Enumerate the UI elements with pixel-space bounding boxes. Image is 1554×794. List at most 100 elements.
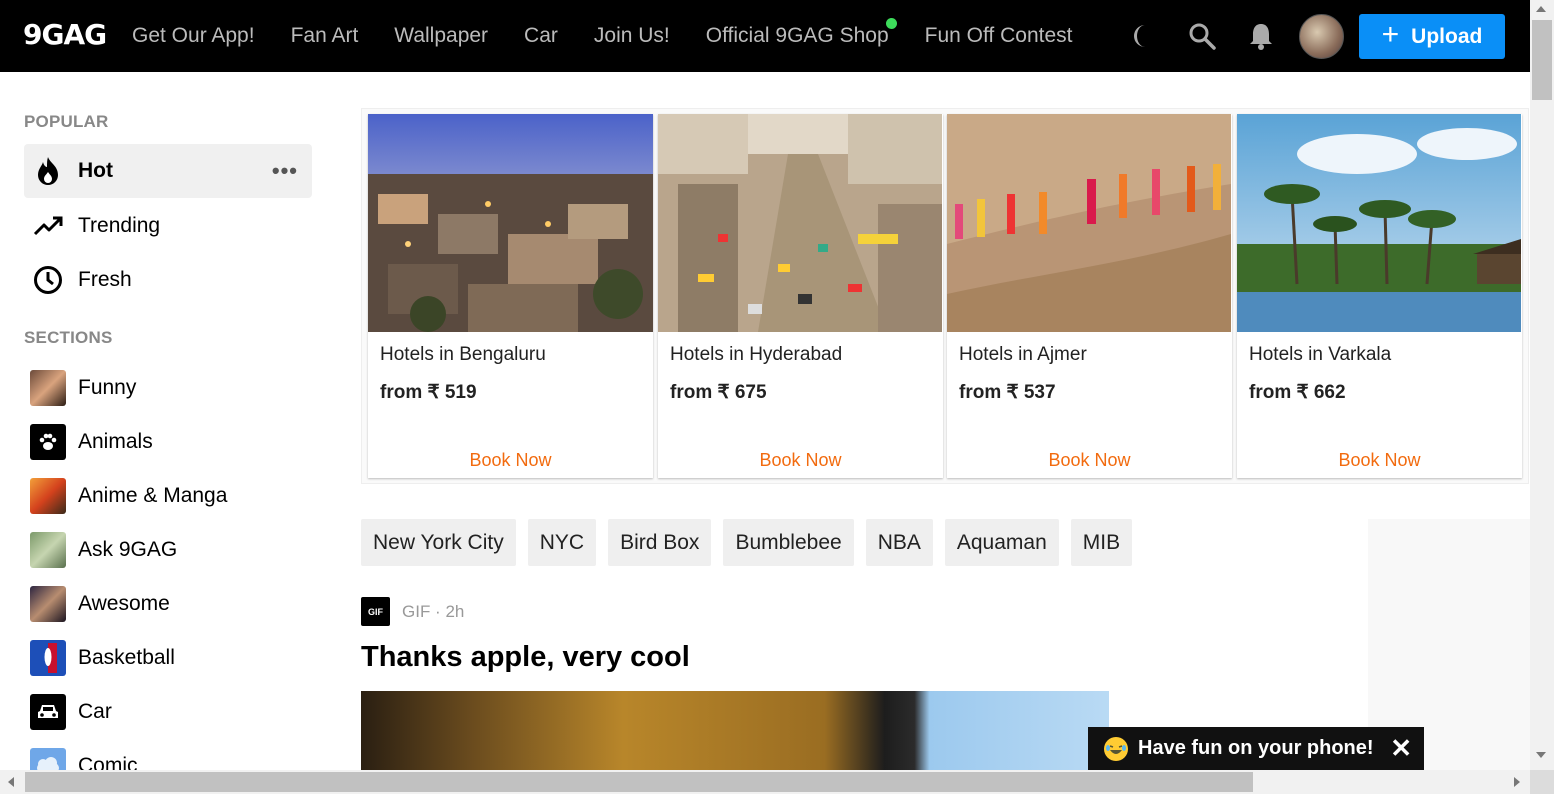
nav-link-join-us[interactable]: Join Us!: [594, 24, 670, 48]
sidebar-item-ask-9gag[interactable]: Ask 9GAG: [24, 523, 312, 577]
book-now-link[interactable]: Book Now: [658, 450, 943, 471]
search-icon[interactable]: [1186, 20, 1218, 52]
scroll-left-arrow-icon[interactable]: [8, 777, 14, 787]
sidebar-item-label: Fresh: [78, 268, 132, 291]
post-section-time[interactable]: GIF · 2h: [402, 602, 464, 622]
hotel-image[interactable]: [1237, 114, 1522, 332]
sidebar-item-label: Basketball: [78, 646, 175, 669]
scroll-right-arrow-icon[interactable]: [1514, 777, 1520, 787]
app-promo-toast[interactable]: Have fun on your phone! ✕: [1088, 727, 1424, 770]
hotel-price: from ₹ 662: [1249, 382, 1346, 403]
funny-section-icon: [30, 370, 66, 406]
sidebar-item-funny[interactable]: Funny: [24, 361, 312, 415]
hotel-card[interactable]: Hotels in Bengaluru from ₹ 519 Book Now: [368, 114, 653, 478]
post-meta: GIF GIF · 2h: [361, 597, 464, 626]
scrollbar-corner: [1530, 770, 1554, 794]
tag-chip[interactable]: NBA: [865, 519, 933, 566]
post-media[interactable]: [361, 691, 1109, 770]
awesome-section-icon: [30, 586, 66, 622]
hotel-price: from ₹ 675: [670, 382, 767, 403]
hotel-name[interactable]: Hotels in Bengaluru: [380, 344, 546, 366]
hotel-price: from ₹ 519: [380, 382, 477, 403]
horizontal-scrollbar[interactable]: [0, 770, 1530, 794]
tag-chip[interactable]: Aquaman: [944, 519, 1059, 566]
bell-icon[interactable]: [1245, 20, 1277, 52]
post-title[interactable]: Thanks apple, very cool: [361, 641, 690, 674]
hotel-image[interactable]: [658, 114, 943, 332]
tag-chip[interactable]: MIB: [1070, 519, 1133, 566]
laughing-emoji-icon: [1104, 736, 1128, 761]
sidebar-item-label: Awesome: [78, 592, 170, 615]
tag-chip[interactable]: NYC: [527, 519, 597, 566]
sidebar: POPULAR Hot ••• Trending Fresh SECTIONS …: [24, 72, 314, 770]
hotel-price: from ₹ 537: [959, 382, 1056, 403]
scroll-up-arrow-icon[interactable]: [1536, 6, 1546, 12]
sidebar-item-label: Animals: [78, 430, 153, 453]
flame-icon: [30, 153, 66, 189]
promo-text: Have fun on your phone!: [1138, 737, 1374, 759]
sidebar-item-label: Car: [78, 700, 112, 723]
nba-logo-icon: [30, 640, 66, 676]
site-logo[interactable]: 9GAG: [23, 18, 107, 51]
hotel-name[interactable]: Hotels in Ajmer: [959, 344, 1087, 366]
sidebar-item-label: Comic: [78, 754, 138, 770]
hotel-image[interactable]: [947, 114, 1232, 332]
more-options-icon[interactable]: •••: [272, 158, 298, 184]
ask-section-icon: [30, 532, 66, 568]
nav-link-fan-art[interactable]: Fan Art: [291, 24, 359, 48]
plus-icon: +: [1381, 18, 1400, 51]
tag-chip[interactable]: Bird Box: [608, 519, 712, 566]
close-icon[interactable]: ✕: [1390, 733, 1412, 764]
comic-cloud-icon: [30, 748, 66, 770]
tag-chip[interactable]: New York City: [361, 519, 516, 566]
sidebar-item-label: Trending: [78, 214, 161, 237]
hotel-name[interactable]: Hotels in Hyderabad: [670, 344, 842, 366]
vertical-scroll-thumb[interactable]: [1532, 20, 1552, 100]
tag-bar: New York City NYC Bird Box Bumblebee NBA…: [361, 519, 1133, 566]
nav-link-car[interactable]: Car: [524, 24, 558, 48]
nav-link-fun-off-contest[interactable]: Fun Off Contest: [925, 24, 1073, 48]
paw-icon: [30, 424, 66, 460]
scroll-down-arrow-icon[interactable]: [1536, 752, 1546, 758]
tag-chip[interactable]: Bumblebee: [723, 519, 854, 566]
new-indicator-dot: [885, 18, 897, 29]
gif-section-icon[interactable]: GIF: [361, 597, 390, 626]
sidebar-item-fresh[interactable]: Fresh: [24, 253, 312, 307]
popular-title: POPULAR: [24, 112, 109, 131]
sidebar-item-animals[interactable]: Animals: [24, 415, 312, 469]
sidebar-item-label: Funny: [78, 376, 137, 399]
hotel-ad-banner: Hotels in Bengaluru from ₹ 519 Book Now …: [361, 108, 1529, 484]
hotel-card[interactable]: Hotels in Hyderabad from ₹ 675 Book Now: [658, 114, 943, 478]
upload-button-label: Upload: [1411, 24, 1483, 48]
nav-link-wallpaper[interactable]: Wallpaper: [394, 24, 488, 48]
nav-link-shop[interactable]: Official 9GAG Shop: [705, 18, 897, 48]
nav-links: Get Our App! Fan Art Wallpaper Car Join …: [132, 0, 1108, 72]
horizontal-scroll-thumb[interactable]: [25, 772, 1253, 792]
user-avatar[interactable]: [1299, 14, 1344, 59]
hotel-card[interactable]: Hotels in Varkala from ₹ 662 Book Now: [1237, 114, 1522, 478]
sidebar-item-car[interactable]: Car: [24, 685, 312, 739]
top-navbar: 9GAG Get Our App! Fan Art Wallpaper Car …: [0, 0, 1530, 72]
sidebar-item-comic[interactable]: Comic: [24, 739, 312, 770]
hotel-image[interactable]: [368, 114, 653, 332]
sidebar-item-label: Anime & Manga: [78, 484, 228, 507]
vertical-scrollbar[interactable]: [1530, 0, 1554, 770]
sidebar-item-trending[interactable]: Trending: [24, 199, 312, 253]
sidebar-item-awesome[interactable]: Awesome: [24, 577, 312, 631]
nav-link-shop-label: Official 9GAG Shop: [705, 24, 889, 47]
book-now-link[interactable]: Book Now: [1237, 450, 1522, 471]
anime-section-icon: [30, 478, 66, 514]
sections-title: SECTIONS: [24, 328, 113, 347]
hotel-name[interactable]: Hotels in Varkala: [1249, 344, 1391, 366]
moon-icon[interactable]: [1129, 20, 1161, 52]
book-now-link[interactable]: Book Now: [368, 450, 653, 471]
upload-button[interactable]: + Upload: [1359, 14, 1505, 59]
clock-icon: [30, 262, 66, 298]
sidebar-item-anime-manga[interactable]: Anime & Manga: [24, 469, 312, 523]
nav-link-get-app[interactable]: Get Our App!: [132, 24, 255, 48]
sidebar-item-basketball[interactable]: Basketball: [24, 631, 312, 685]
sidebar-item-hot[interactable]: Hot •••: [24, 144, 312, 198]
book-now-link[interactable]: Book Now: [947, 450, 1232, 471]
hotel-card[interactable]: Hotels in Ajmer from ₹ 537 Book Now: [947, 114, 1232, 478]
car-icon: [30, 694, 66, 730]
